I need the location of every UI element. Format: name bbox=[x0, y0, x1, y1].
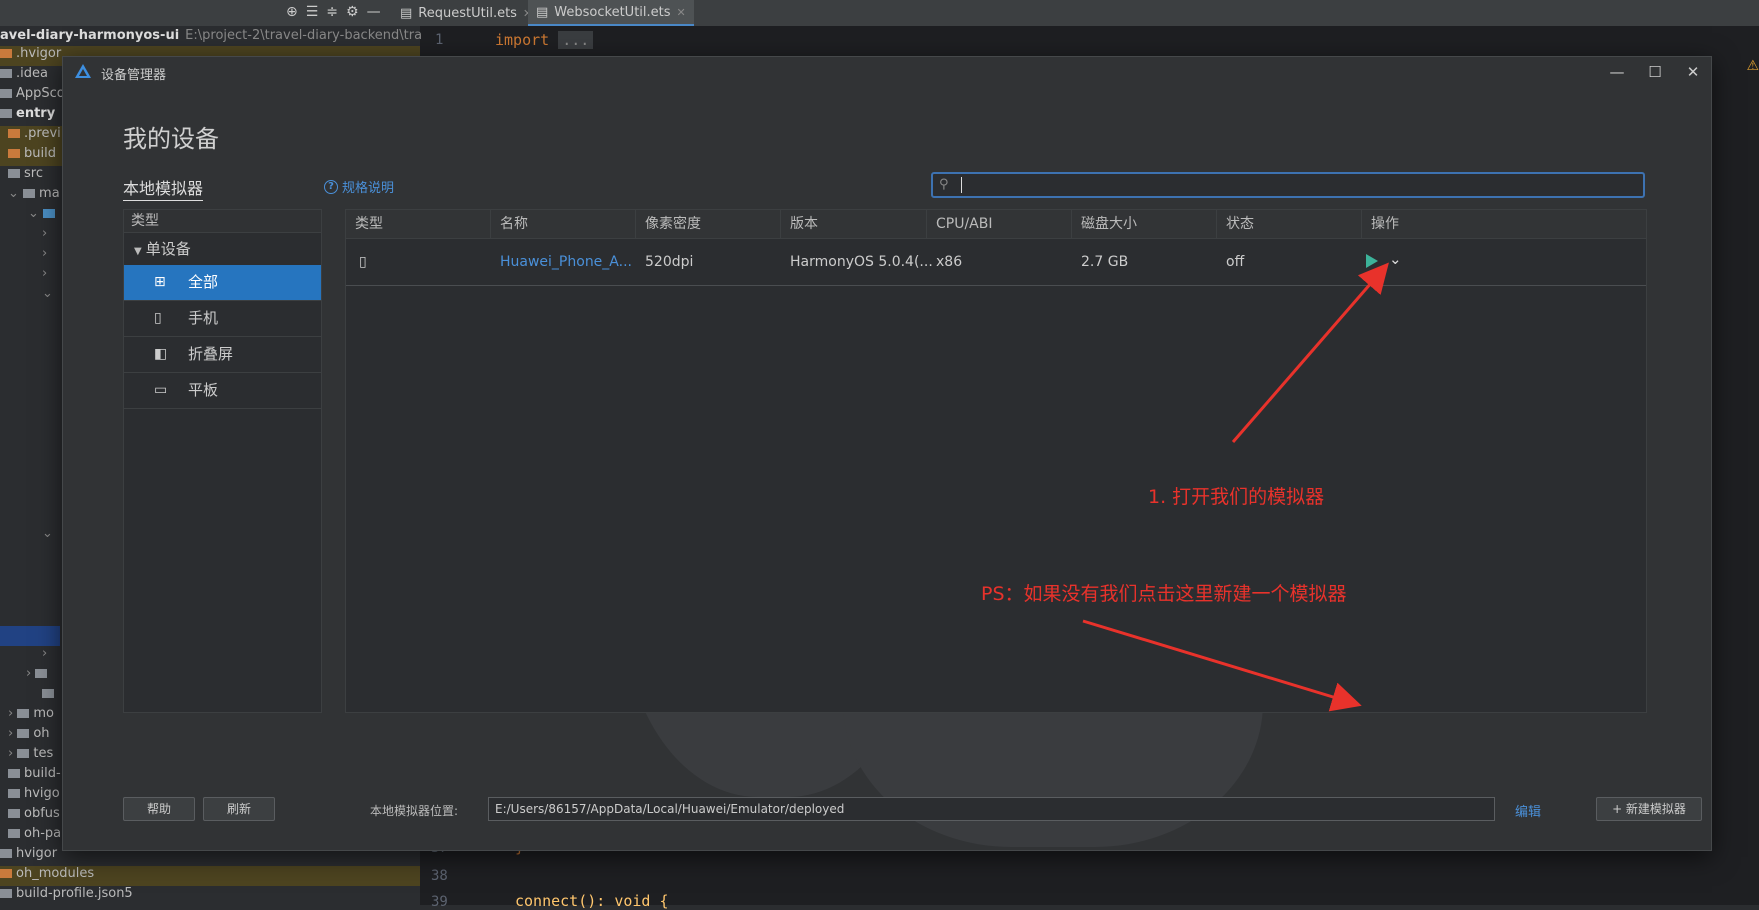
tree-item[interactable]: › bbox=[0, 666, 51, 686]
help-button[interactable]: 帮助 bbox=[123, 797, 195, 821]
line-number: 38 bbox=[431, 868, 448, 884]
tree-item[interactable]: › oh bbox=[0, 726, 50, 746]
tree-item[interactable]: build- bbox=[0, 766, 61, 786]
device-manager-dialog: 设备管理器 — ☐ ✕ 我的设备 本地模拟器 ? 规格说明 ⚲ 类型 ▼ 单设备 … bbox=[62, 56, 1712, 851]
collapse-all-icon[interactable]: ≑ bbox=[326, 4, 338, 20]
file-icon: ▤ bbox=[536, 4, 549, 20]
dialog-footer: 帮助 刷新 本地模拟器位置: E:/Users/86157/AppData/Lo… bbox=[123, 797, 1703, 825]
project-root[interactable]: avel-diary-harmonyos-ui E:\project-2\trav… bbox=[0, 28, 441, 48]
folded-code[interactable]: ... bbox=[558, 31, 594, 49]
tree-item[interactable]: build-profile.json5 bbox=[0, 886, 133, 906]
editor-tab-requestutil[interactable]: ▤ RequestUtil.ets ✕ bbox=[392, 0, 540, 26]
chevron-right-icon[interactable]: › bbox=[0, 266, 47, 286]
chevron-right-icon[interactable]: › bbox=[0, 646, 47, 666]
code-keyword: import bbox=[495, 31, 550, 49]
tree-item[interactable]: hvigo bbox=[0, 786, 60, 806]
chevron-right-icon[interactable]: › bbox=[0, 226, 47, 246]
tab-label: RequestUtil.ets bbox=[418, 5, 517, 21]
chevron-right-icon[interactable]: › bbox=[0, 246, 47, 266]
chevron-down-icon[interactable]: ⌄ bbox=[0, 526, 53, 546]
close-icon[interactable]: ✕ bbox=[677, 6, 686, 19]
expand-all-icon[interactable]: ☰ bbox=[306, 4, 319, 20]
tree-item[interactable]: › tes bbox=[0, 746, 53, 766]
tree-item[interactable]: obfus bbox=[0, 806, 60, 826]
code-line: import ... bbox=[495, 31, 594, 49]
gear-icon[interactable]: ⚙ bbox=[346, 4, 359, 20]
ide-toolbar: ⊕ ☰ ≑ ⚙ — ▤ RequestUtil.ets ✕ ▤ Websocke… bbox=[0, 0, 1759, 27]
line-number: 39 bbox=[431, 894, 448, 910]
tree-item[interactable]: ⌄ ma bbox=[0, 186, 60, 206]
target-icon[interactable]: ⊕ bbox=[286, 4, 298, 20]
minimize-panel-icon[interactable]: — bbox=[367, 4, 381, 20]
chevron-down-icon[interactable]: ⌄ bbox=[0, 286, 53, 306]
warning-icon[interactable]: ⚠ bbox=[1746, 58, 1759, 74]
edit-path-link[interactable]: 编辑 bbox=[1515, 801, 1541, 820]
line-number: 1 bbox=[435, 32, 444, 48]
editor-tab-websocketutil[interactable]: ▤ WebsocketUtil.ets ✕ bbox=[528, 0, 694, 26]
tree-item[interactable]: oh_modules bbox=[0, 866, 420, 886]
project-path: E:\project-2\travel-diary-backend\travel bbox=[185, 28, 442, 43]
tab-label: WebsocketUtil.ets bbox=[554, 4, 671, 20]
tree-item[interactable] bbox=[0, 686, 58, 706]
tree-item[interactable]: entry bbox=[0, 106, 55, 126]
annotation-open-emulator: 1. 打开我们的模拟器 bbox=[1148, 486, 1325, 508]
emulator-path-label: 本地模拟器位置: bbox=[370, 804, 459, 818]
annotation-arrows bbox=[1082, 262, 1389, 712]
tree-item[interactable]: ⌄ bbox=[0, 206, 59, 226]
file-icon: ▤ bbox=[400, 5, 413, 21]
arrow-to-new-emulator bbox=[1082, 619, 1362, 712]
tree-item[interactable]: hvigor bbox=[0, 846, 57, 866]
refresh-button[interactable]: 刷新 bbox=[203, 797, 275, 821]
tree-item[interactable]: oh-pa bbox=[0, 826, 61, 846]
arrow-to-play bbox=[1231, 262, 1389, 443]
emulator-path-field[interactable]: E:/Users/86157/AppData/Local/Huawei/Emul… bbox=[488, 797, 1495, 821]
tree-item[interactable]: › mo bbox=[0, 706, 54, 726]
annotation-new-emulator: PS：如果没有我们点击这里新建一个模拟器 bbox=[981, 583, 1347, 605]
tree-item[interactable]: src bbox=[0, 166, 43, 186]
code-line: connect(): void { bbox=[515, 892, 669, 910]
selected-tree-item[interactable] bbox=[0, 626, 60, 646]
project-tools: ⊕ ☰ ≑ ⚙ — bbox=[286, 4, 381, 20]
tree-item[interactable]: .idea bbox=[0, 66, 48, 86]
project-name: avel-diary-harmonyos-ui bbox=[0, 28, 180, 43]
new-emulator-button[interactable]: + 新建模拟器 bbox=[1596, 797, 1702, 821]
